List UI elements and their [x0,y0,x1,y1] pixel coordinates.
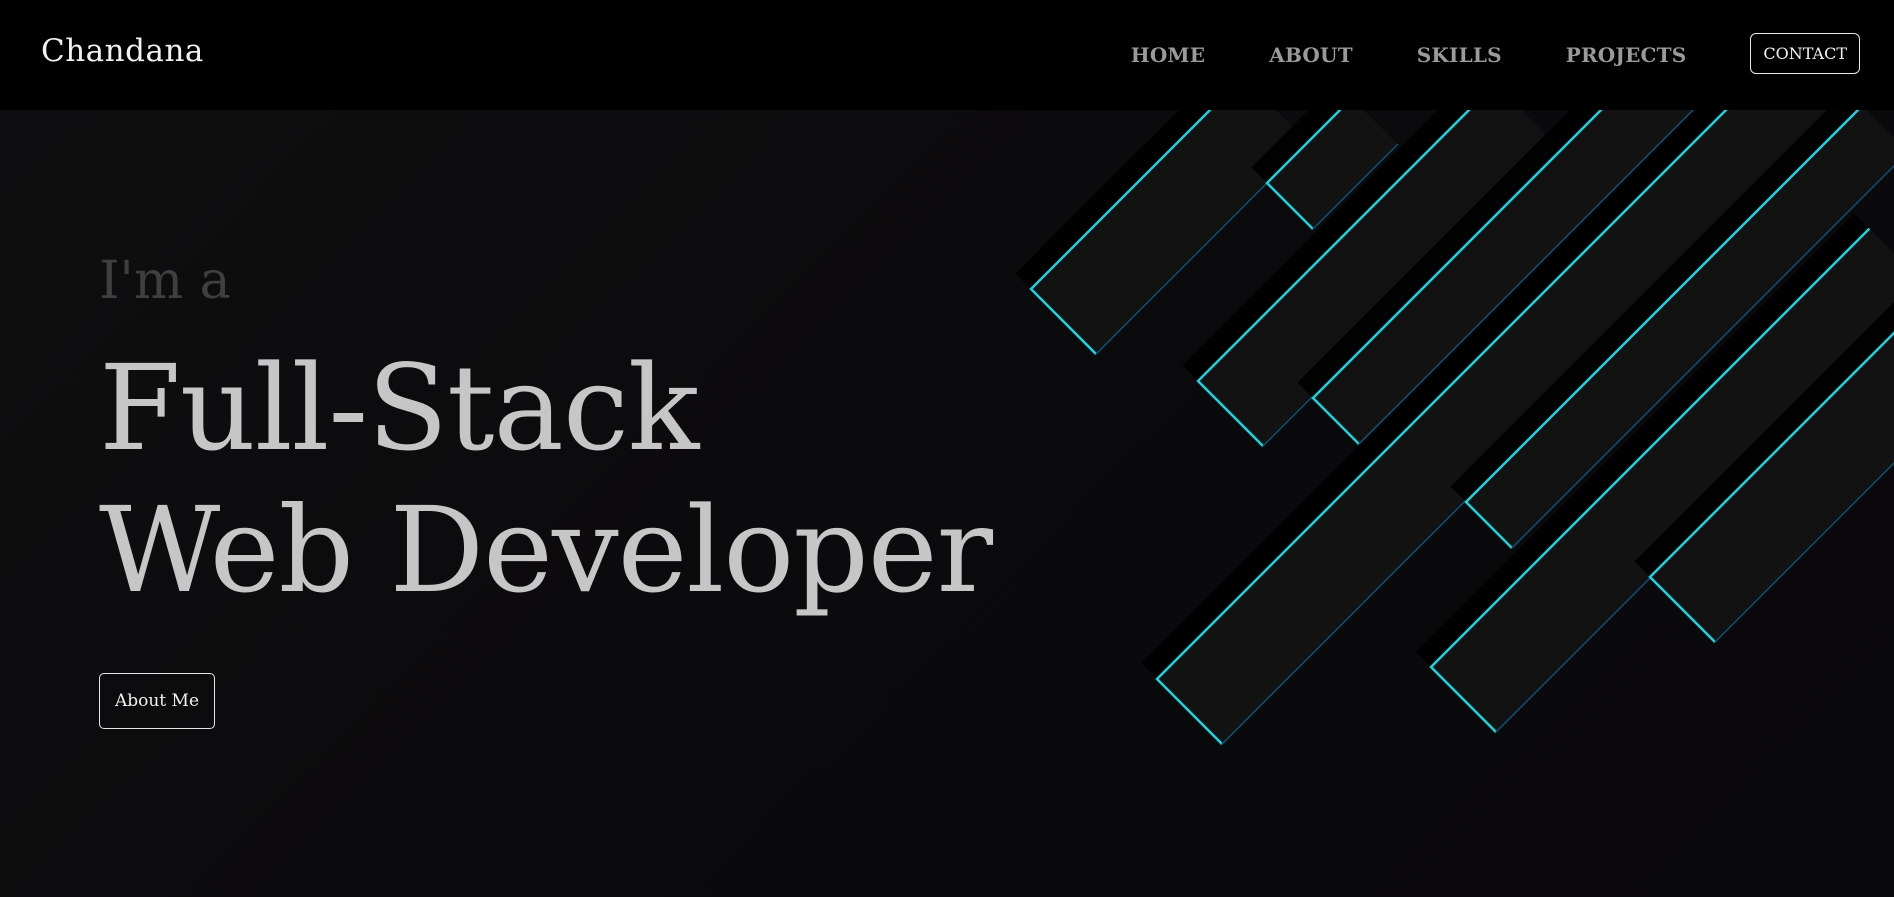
brand-logo[interactable]: Chandana [41,33,204,69]
nav-link-home[interactable]: HOME [1131,43,1206,67]
page: Chandana HOME ABOUT SKILLS PROJECTS CONT… [0,0,1894,897]
hero-headline-line1: Full-Stack [99,339,699,477]
nav-link-skills[interactable]: SKILLS [1417,43,1502,67]
hero-headline-line2: Web Developer [99,481,993,619]
about-me-button[interactable]: About Me [99,673,215,729]
navbar: Chandana HOME ABOUT SKILLS PROJECTS CONT… [0,0,1894,110]
hero-intro: I'm a [99,251,231,311]
nav-links: HOME ABOUT SKILLS PROJECTS CONTACT [1131,33,1860,74]
nav-link-about[interactable]: ABOUT [1269,43,1353,67]
hero-section: I'm a Full-Stack Web Developer [99,251,993,621]
contact-button[interactable]: CONTACT [1750,33,1860,74]
nav-link-projects[interactable]: PROJECTS [1566,43,1687,67]
hero-headline: Full-Stack Web Developer [99,337,993,621]
